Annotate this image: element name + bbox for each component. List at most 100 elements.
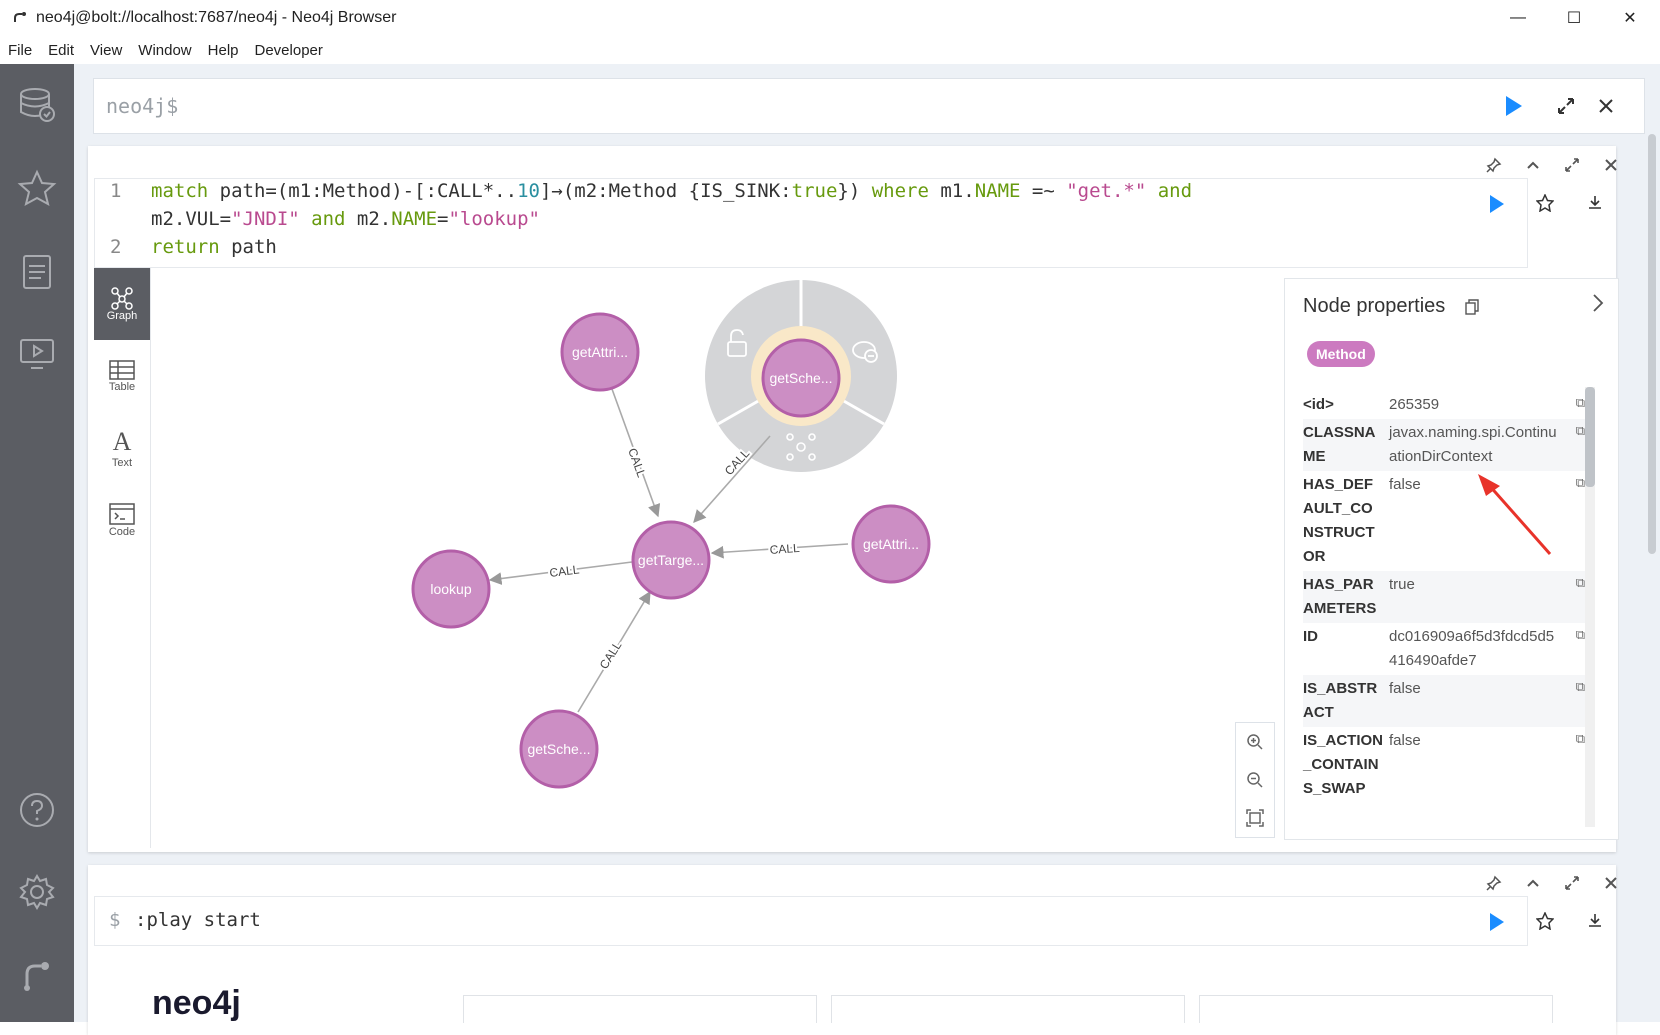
clear-editor-icon[interactable] <box>1596 96 1616 116</box>
props-scrollbar-track[interactable] <box>1585 387 1595 827</box>
prop-key: CLASSNAME <box>1303 424 1376 465</box>
prop-value: true <box>1389 576 1415 593</box>
copy-icon[interactable]: ⧉ <box>1576 423 1585 439</box>
graph-node[interactable]: getAttri... <box>851 504 931 584</box>
graph-canvas[interactable]: CALL CALL CALL CALL CALL getAttri... get… <box>150 268 1280 848</box>
neo4j-logo: neo4j <box>152 985 241 1022</box>
query-text-line-1a: match path=(m1:Method)-[:CALL*..10]→(m2:… <box>151 180 1192 202</box>
close-window-button[interactable]: ✕ <box>1602 0 1658 36</box>
code-path-2: path <box>219 236 277 258</box>
rel-label: CALL <box>625 446 649 479</box>
run-query-icon[interactable] <box>1504 95 1524 117</box>
query-text-line-2: return path <box>151 236 277 258</box>
menu-edit[interactable]: Edit <box>40 36 82 64</box>
pin-icon[interactable] <box>1486 157 1502 173</box>
guide-card[interactable] <box>463 995 817 1023</box>
main-scrollbar-thumb[interactable] <box>1648 134 1656 554</box>
menu-view[interactable]: View <box>82 36 130 64</box>
rel-label: CALL <box>597 638 625 671</box>
collapse-icon[interactable] <box>1525 157 1541 173</box>
copy-icon[interactable]: ⧉ <box>1576 575 1585 591</box>
database-icon[interactable] <box>17 84 57 124</box>
zoom-out-button[interactable] <box>1236 761 1274 799</box>
tab-code[interactable]: Code <box>94 484 150 556</box>
fit-screen-icon <box>1246 809 1264 827</box>
query-editor[interactable]: neo4j$ <box>93 78 1645 134</box>
menu-help[interactable]: Help <box>200 36 247 64</box>
fullscreen-icon[interactable] <box>1564 157 1580 173</box>
node-label: getTarge... <box>638 552 704 568</box>
copy-icon[interactable]: ⧉ <box>1576 475 1585 491</box>
run-play-icon[interactable] <box>1488 912 1506 932</box>
graph-node-selected[interactable]: getSche... <box>761 338 841 418</box>
close-frame-icon[interactable] <box>1603 875 1619 891</box>
minimize-button[interactable]: — <box>1490 0 1546 36</box>
code-true: true <box>791 180 838 202</box>
code-string-jndi: "JNDI" <box>231 208 300 230</box>
keyword-and: and <box>1146 180 1193 202</box>
close-frame-icon[interactable] <box>1603 157 1619 173</box>
tab-text-label: Text <box>111 457 133 469</box>
neo4j-logo-icon[interactable] <box>17 954 57 994</box>
node-label: getAttri... <box>863 536 919 552</box>
command-prompt: $ <box>109 909 121 931</box>
label-badge[interactable]: Method <box>1307 341 1375 367</box>
prop-row: HAS_PARAMETERS true ⧉ <box>1303 571 1585 623</box>
code-m1: m1. <box>928 180 975 202</box>
node-properties-panel: Node properties Method <id> 265359 ⧉ CLA… <box>1284 278 1619 840</box>
node-label: getSche... <box>769 370 832 386</box>
zoom-in-button[interactable] <box>1236 723 1274 761</box>
code-number: 10 <box>517 180 540 202</box>
code-op: =~ <box>1020 180 1067 202</box>
menu-window[interactable]: Window <box>130 36 199 64</box>
graph-node[interactable]: getAttri... <box>560 312 640 392</box>
props-scrollbar-thumb[interactable] <box>1585 387 1595 487</box>
expand-icon[interactable] <box>1556 96 1576 116</box>
menu-developer[interactable]: Developer <box>247 36 331 64</box>
help-icon[interactable] <box>17 790 57 830</box>
text-icon: A <box>112 427 132 456</box>
play-command-box[interactable]: $ :play start <box>94 896 1528 946</box>
favorite-star-icon[interactable] <box>1536 194 1554 212</box>
tab-table[interactable]: Table <box>94 340 150 412</box>
document-icon[interactable] <box>17 252 57 292</box>
tab-graph[interactable]: Graph <box>94 268 150 340</box>
copy-icon[interactable]: ⧉ <box>1576 731 1585 747</box>
download-icon[interactable] <box>1586 194 1604 212</box>
copy-all-icon[interactable] <box>1465 299 1479 315</box>
tab-text[interactable]: A Text <box>94 412 150 484</box>
zoom-in-icon <box>1247 734 1263 750</box>
download-icon[interactable] <box>1586 912 1604 930</box>
copy-icon[interactable]: ⧉ <box>1576 395 1585 411</box>
guide-card[interactable] <box>831 995 1185 1023</box>
rel-label: CALL <box>549 562 581 580</box>
gear-icon[interactable] <box>17 872 57 912</box>
copy-icon[interactable]: ⧉ <box>1576 679 1585 695</box>
fullscreen-icon[interactable] <box>1564 875 1580 891</box>
copy-icon[interactable]: ⧉ <box>1576 627 1585 643</box>
pin-icon[interactable] <box>1486 875 1502 891</box>
prop-row: IS_ABSTRACT false ⧉ <box>1303 675 1585 727</box>
chevron-right-icon[interactable] <box>1591 293 1605 313</box>
star-icon[interactable] <box>17 168 57 208</box>
keyword-return: return <box>151 236 220 258</box>
graph-icon <box>111 287 133 310</box>
window-title: neo4j@bolt://localhost:7687/neo4j - Neo4… <box>36 9 397 26</box>
collapse-icon[interactable] <box>1525 875 1541 891</box>
rel-call-2[interactable] <box>693 435 771 523</box>
annotation-arrow-icon <box>1478 474 1552 555</box>
prop-row: CLASSNAME javax.naming.spi.ContinuationD… <box>1303 419 1585 471</box>
guides-icon[interactable] <box>17 334 57 374</box>
graph-node[interactable]: getSche... <box>519 709 599 789</box>
graph-node[interactable]: lookup <box>411 549 491 629</box>
node-label: lookup <box>430 581 471 597</box>
fit-to-screen-button[interactable] <box>1236 799 1274 837</box>
maximize-button[interactable]: ☐ <box>1546 0 1602 36</box>
favorite-star-icon[interactable] <box>1536 912 1554 930</box>
rerun-query-icon[interactable] <box>1488 194 1506 214</box>
graph-node[interactable]: getTarge... <box>631 520 711 600</box>
prop-key: IS_ABSTRACT <box>1303 680 1378 721</box>
guide-card[interactable] <box>1199 995 1553 1023</box>
menu-file[interactable]: File <box>0 36 40 64</box>
node-label: getSche... <box>527 741 590 757</box>
